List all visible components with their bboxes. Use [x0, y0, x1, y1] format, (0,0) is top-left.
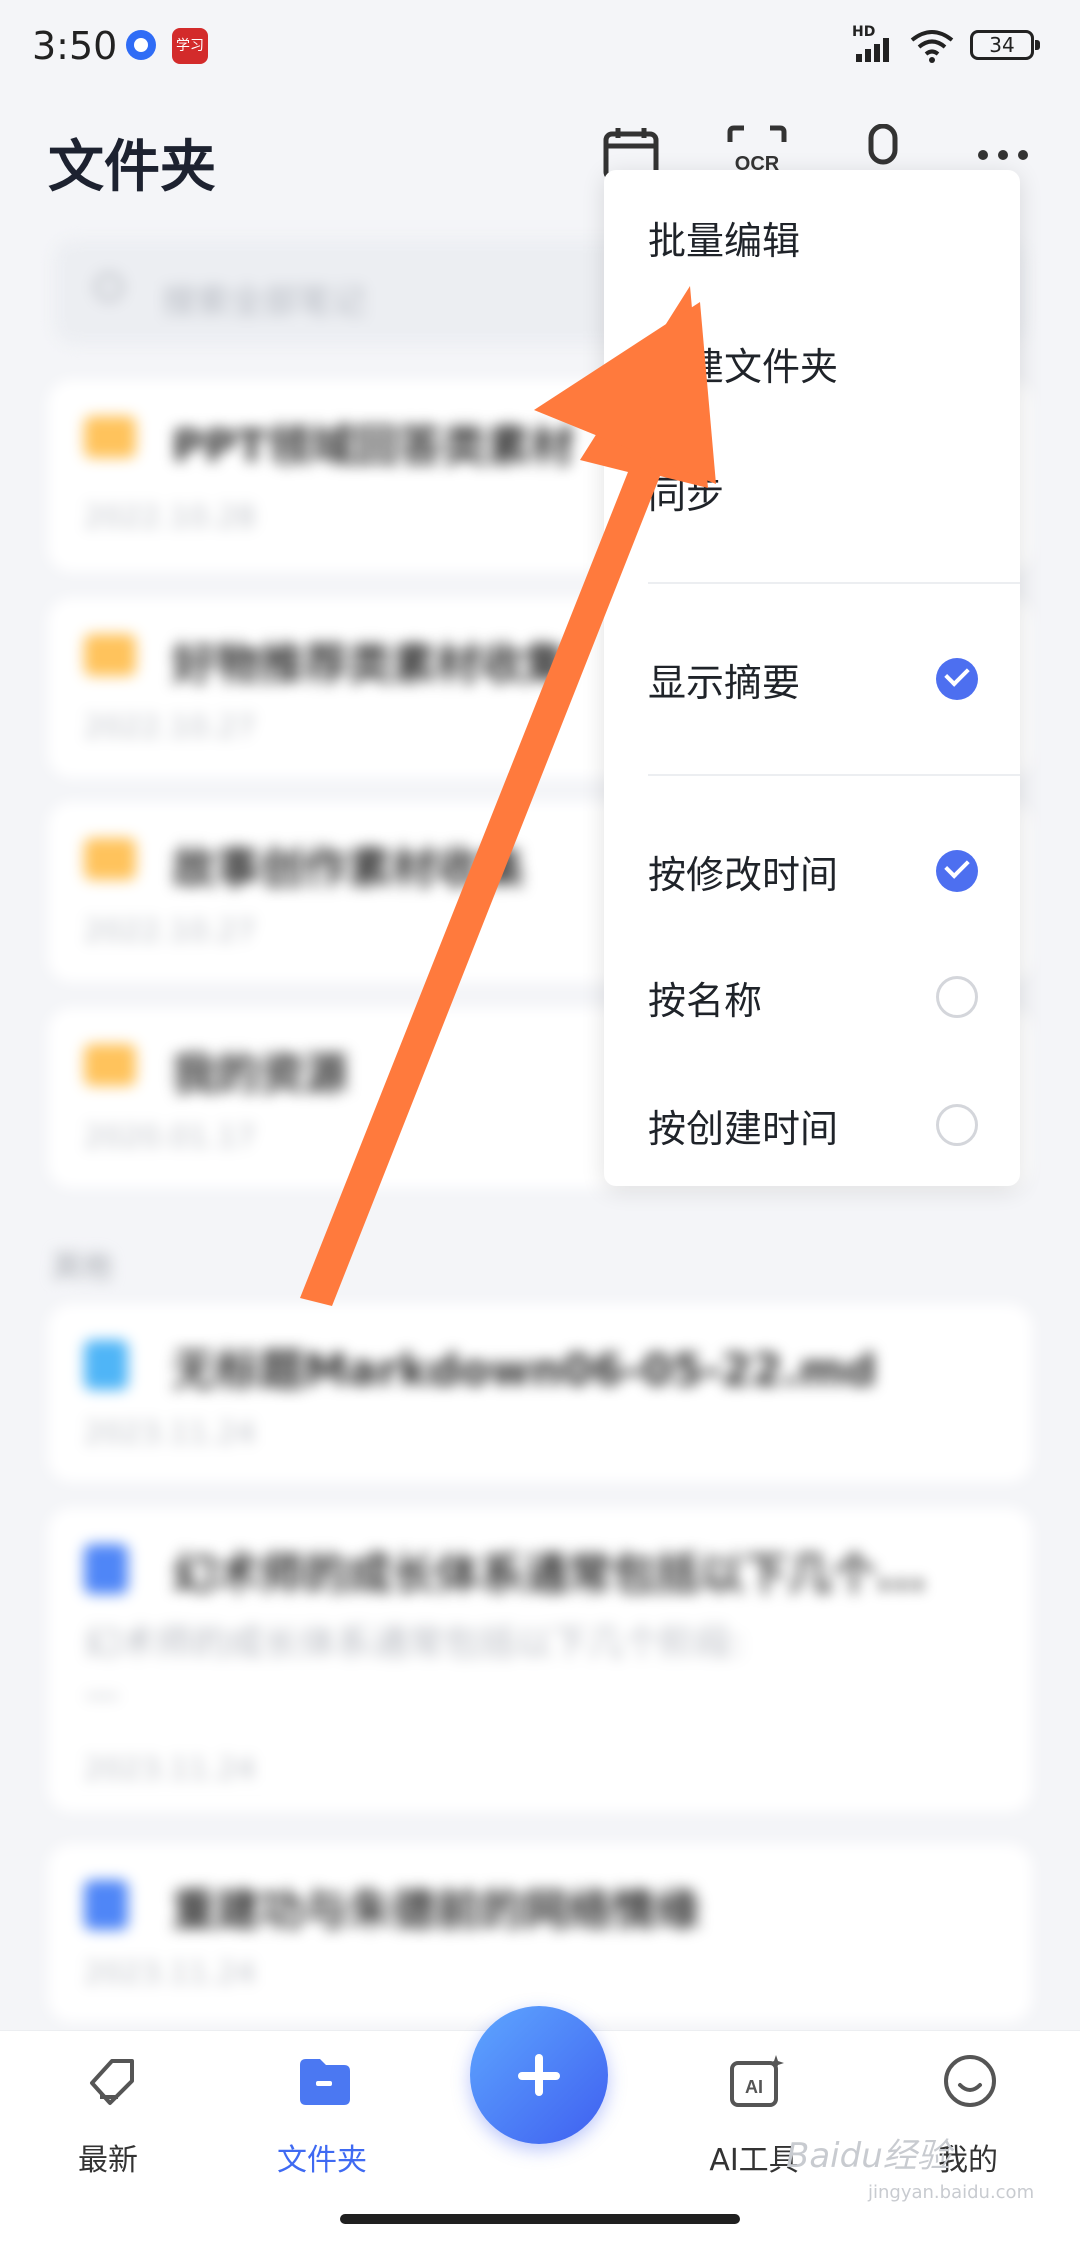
folder-icon	[84, 634, 136, 676]
folder-icon	[300, 2059, 350, 2105]
home-indicator[interactable]	[340, 2214, 740, 2224]
unchecked-icon[interactable]	[936, 976, 978, 1018]
search-placeholder: 搜索全部笔记	[162, 282, 366, 322]
checked-icon[interactable]	[936, 658, 978, 700]
folder-date: 2022.10.27	[84, 710, 256, 745]
note-summary-more: —	[84, 1674, 120, 1715]
nav-latest[interactable]: 最新	[8, 2031, 208, 2191]
smiley-icon	[944, 2055, 996, 2107]
menu-item-new-folder[interactable]: 新建文件夹	[648, 336, 838, 391]
folder-icon	[84, 1044, 136, 1086]
menu-divider	[648, 582, 1020, 584]
nav-folder[interactable]: 文件夹	[222, 2031, 422, 2191]
document-icon	[84, 1880, 128, 1930]
checked-icon[interactable]	[936, 850, 978, 892]
note-card[interactable]: 幻术师的成长体系通常包括以下几个... 幻术师的成长体系通常包括以下几个阶段: …	[48, 1508, 1032, 1812]
ai-icon: AI	[730, 2055, 784, 2107]
nav-label: 文件夹	[277, 2143, 367, 2178]
menu-item-sort-name[interactable]: 按名称	[648, 970, 762, 1025]
add-note-button[interactable]	[470, 2006, 608, 2144]
overflow-menu: 批量编辑 新建文件夹 同步 显示摘要 按修改时间 按名称 按创建时间	[604, 170, 1020, 1186]
note-card[interactable]: 无标题Markdown06-05-22.md 2023.11.24	[48, 1304, 1032, 1482]
folder-title: PPT领域回答类素材	[172, 421, 575, 472]
document-icon	[84, 1544, 128, 1594]
note-date: 2023.11.24	[84, 1416, 256, 1451]
section-label: 其他	[52, 1250, 112, 1285]
note-date: 2023.11.24	[84, 1752, 256, 1787]
note-summary: 幻术师的成长体系通常包括以下几个阶段:	[84, 1623, 745, 1664]
folder-date: 2022.10.27	[84, 914, 256, 949]
folder-title: 我的资源	[172, 1049, 348, 1100]
note-card[interactable]: 重建功与朱德前的网络情缘 2023.11.24	[48, 1844, 1032, 2022]
menu-item-sort-modified[interactable]: 按修改时间	[648, 844, 838, 899]
note-title: 幻术师的成长体系通常包括以下几个...	[172, 1549, 927, 1600]
note-date: 2023.11.24	[84, 1956, 256, 1991]
folder-date: 2022.10.28	[84, 500, 256, 535]
menu-item-sync[interactable]: 同步	[648, 464, 724, 519]
tag-icon	[90, 2059, 134, 2105]
nav-label: 最新	[78, 2143, 138, 2178]
search-icon	[94, 272, 124, 302]
document-icon	[84, 1340, 128, 1390]
unchecked-icon[interactable]	[936, 1104, 978, 1146]
folder-date: 2020.01.17	[84, 1120, 256, 1155]
watermark: Baidu经验	[786, 2136, 951, 2176]
svg-text:AI: AI	[745, 2077, 763, 2097]
menu-item-sort-created[interactable]: 按创建时间	[648, 1098, 838, 1153]
folder-title: 好物推荐类素材收集	[172, 639, 568, 690]
watermark-url: jingyan.baidu.com	[868, 2182, 1035, 2203]
menu-divider	[648, 774, 1020, 776]
menu-item-show-summary[interactable]: 显示摘要	[648, 652, 800, 707]
note-title: 重建功与朱德前的网络情缘	[172, 1885, 700, 1936]
folder-title: 故事创作素材收集	[172, 843, 524, 894]
note-title: 无标题Markdown06-05-22.md	[172, 1345, 877, 1396]
folder-icon	[84, 416, 136, 458]
folder-icon	[84, 838, 136, 880]
menu-item-batch-edit[interactable]: 批量编辑	[648, 210, 800, 265]
